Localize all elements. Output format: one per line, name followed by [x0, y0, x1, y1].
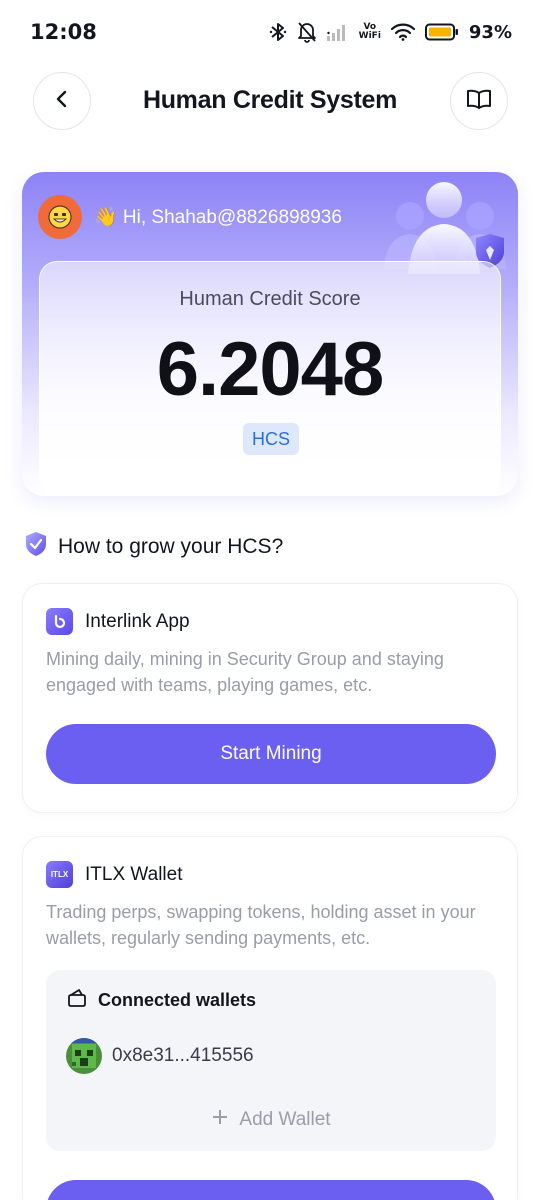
connected-wallets-header: Connected wallets: [66, 988, 256, 1013]
wallet-address: 0x8e31...415556: [112, 1045, 254, 1066]
wallet-list-item[interactable]: 0x8e31...415556: [66, 1038, 254, 1074]
guide-button[interactable]: [450, 72, 508, 130]
status-icons: Vo WiFi 93%: [269, 19, 512, 45]
itlx-wallet-card: ITLX ITLX Wallet Trading perps, swapping…: [22, 836, 518, 1200]
vowifi-indicator: Vo WiFi: [359, 23, 381, 41]
add-wallet-label: Add Wallet: [239, 1109, 331, 1130]
itlx-wallet-icon: ITLX: [46, 861, 73, 888]
wallet-card-title: ITLX Wallet: [85, 863, 183, 885]
bell-off-icon: [297, 21, 317, 43]
interlink-card-title: Interlink App: [85, 610, 190, 632]
avatar[interactable]: [38, 195, 82, 239]
status-time: 12:08: [30, 20, 97, 44]
interlink-card-header: Interlink App: [46, 608, 190, 635]
wallet-avatar: [66, 1038, 102, 1074]
vowifi-bottom: WiFi: [358, 31, 381, 41]
start-mining-button[interactable]: Start Mining: [46, 724, 496, 784]
score-label: Human Credit Score: [179, 288, 361, 310]
signal-icon: [326, 23, 349, 41]
shield-check-icon: [24, 530, 48, 563]
wallet-action-button[interactable]: [46, 1180, 496, 1200]
battery-percent: 93%: [468, 21, 512, 43]
wifi-icon: [390, 23, 415, 41]
grow-section-heading: How to grow your HCS?: [24, 530, 283, 563]
interlink-app-icon: [46, 608, 73, 635]
smiley-avatar-icon: [48, 205, 72, 229]
grow-section-title: How to grow your HCS?: [58, 534, 284, 558]
credit-score-card: 👋 Hi, Shahab@8826898936 Human Credit Sco…: [22, 172, 518, 496]
connected-wallets-title: Connected wallets: [98, 990, 257, 1010]
interlink-card-description: Mining daily, mining in Security Group a…: [46, 649, 444, 695]
connected-wallets-panel: Connected wallets 0x8e31...415556 Add Wa…: [46, 970, 496, 1151]
score-panel: Human Credit Score 6.2048 HCS: [39, 261, 501, 495]
wallet-card-header: ITLX ITLX Wallet: [46, 861, 183, 888]
battery-icon: [424, 23, 459, 41]
bluetooth-icon: [269, 21, 287, 43]
add-wallet-button[interactable]: Add Wallet: [46, 1108, 496, 1132]
score-value: 6.2048: [156, 327, 384, 412]
hcs-badge: HCS: [243, 423, 299, 455]
plus-icon: [211, 1108, 229, 1132]
book-open-icon: [466, 88, 492, 115]
greeting-text: 👋 Hi, Shahab@8826898936: [94, 207, 342, 228]
wallet-card-description: Trading perps, swapping tokens, holding …: [46, 902, 476, 948]
interlink-app-card: Interlink App Mining daily, mining in Se…: [22, 583, 518, 813]
wallet-icon: [66, 988, 88, 1013]
status-bar: 12:08 Vo WiFi 93%: [0, 0, 540, 62]
